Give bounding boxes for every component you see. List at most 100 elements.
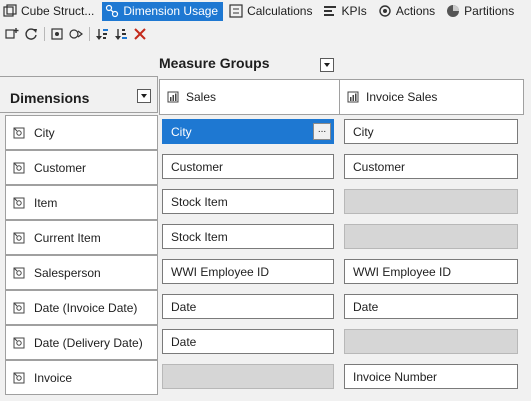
dimension-icon	[13, 127, 25, 139]
tab-label: Calculations	[247, 4, 313, 18]
dimension-row-header[interactable]: Item	[5, 185, 158, 220]
actions-icon	[378, 4, 392, 18]
define-relationship-button[interactable]: ...	[313, 123, 331, 140]
dimension-icon	[13, 162, 25, 174]
tab-calculations[interactable]: Calculations	[226, 2, 317, 21]
dimension-icon	[13, 337, 25, 349]
dimension-row-header[interactable]: Customer	[5, 150, 158, 185]
tab-dimension-usage[interactable]: Dimension Usage	[102, 1, 224, 21]
tab-cube-structure[interactable]: Cube Struct...	[0, 2, 99, 21]
relationship-cell[interactable]	[162, 364, 334, 389]
relationship-cell-text: City	[171, 124, 192, 139]
sort-descending-icon	[115, 29, 127, 40]
relationship-cell-text: Customer	[353, 159, 406, 174]
sort-descending-button[interactable]	[112, 25, 130, 43]
measure-group-icon	[347, 91, 359, 103]
dimension-icon	[13, 197, 25, 209]
relationship-cell[interactable]: City...	[162, 119, 334, 144]
dimension-usage-grid: Measure Groups Dimensions Sales Invoice …	[0, 46, 531, 401]
relationship-cell[interactable]: WWI Employee ID	[344, 259, 518, 284]
relationships-icon	[69, 29, 83, 39]
dimensions-dropdown[interactable]	[137, 89, 151, 103]
toolbar	[0, 24, 531, 44]
relationship-cell-text: Date	[171, 334, 197, 349]
relationship-cell[interactable]: Stock Item	[162, 224, 334, 249]
refresh-icon	[25, 28, 37, 40]
relationship-cell-text: Date	[353, 299, 379, 314]
measure-group-name: Invoice Sales	[366, 90, 438, 104]
tab-actions[interactable]: Actions	[375, 2, 440, 21]
relationship-cell[interactable]	[344, 329, 518, 354]
dimension-name: Current Item	[34, 230, 101, 245]
measure-groups-header: Measure Groups	[159, 55, 270, 71]
relationship-cell-text: Date	[171, 299, 197, 314]
dimension-row-header[interactable]: City	[5, 115, 158, 150]
relationship-cell-text: Customer	[171, 159, 224, 174]
add-cube-dimension-icon	[5, 28, 19, 39]
relationship-cell[interactable]: City	[344, 119, 518, 144]
show-all-dimensions-button[interactable]	[48, 25, 66, 43]
dimension-row-header[interactable]: Current Item	[5, 220, 158, 255]
tab-label: Actions	[395, 4, 436, 18]
partitions-icon	[446, 4, 460, 18]
add-cube-dimension-button[interactable]	[3, 25, 21, 43]
relationship-cell[interactable]: Customer	[162, 154, 334, 179]
show-all-dimensions-icon	[51, 28, 63, 40]
cube-structure-icon	[3, 4, 17, 18]
tab-label: Cube Struct...	[21, 4, 95, 18]
measure-group-name: Sales	[186, 90, 217, 104]
tab-label: Partitions	[464, 4, 515, 18]
relationship-cell[interactable]	[344, 224, 518, 249]
dimension-row-header[interactable]: Date (Invoice Date)	[5, 290, 158, 325]
dimension-row-header[interactable]: Salesperson	[5, 255, 158, 290]
sort-ascending-icon	[96, 29, 108, 40]
relationship-cell-text: WWI Employee ID	[353, 264, 452, 279]
relationship-cell-text: WWI Employee ID	[171, 264, 270, 279]
relationship-cell[interactable]: Customer	[344, 154, 518, 179]
delete-button[interactable]	[131, 25, 149, 43]
calculations-icon	[229, 4, 243, 18]
relationship-cell[interactable]: Invoice Number	[344, 364, 518, 389]
dimension-name: Invoice	[34, 370, 73, 385]
tab-label: KPIs	[341, 4, 367, 18]
tab-label: Dimension Usage	[123, 4, 219, 18]
measure-groups-dropdown[interactable]	[320, 58, 334, 72]
dimension-row-header[interactable]: Date (Delivery Date)	[5, 325, 158, 360]
delete-icon	[134, 28, 146, 40]
relationship-cell[interactable]: Date	[344, 294, 518, 319]
dimension-row-header[interactable]: Invoice	[5, 360, 158, 395]
tab-partitions[interactable]: Partitions	[443, 2, 519, 21]
relationship-cell-text: City	[353, 124, 374, 139]
dimension-icon	[13, 302, 25, 314]
dimension-name: Date (Delivery Date)	[34, 335, 143, 350]
measure-group-header-invoice-sales[interactable]: Invoice Sales	[339, 79, 524, 115]
dimension-name: Customer	[34, 160, 87, 175]
relationship-cell[interactable]	[344, 189, 518, 214]
relationship-cell-text: Stock Item	[171, 229, 228, 244]
dimensions-header: Dimensions	[10, 90, 90, 106]
dimension-icon	[13, 372, 25, 384]
measure-group-icon	[167, 91, 179, 103]
toolbar-separator	[89, 27, 90, 41]
dimension-name: Item	[34, 195, 58, 210]
sort-ascending-button[interactable]	[93, 25, 111, 43]
chevron-down-icon	[324, 63, 330, 67]
refresh-button[interactable]	[22, 25, 40, 43]
dimension-name: City	[34, 125, 55, 140]
designer-tab-strip: Cube Struct... Dimension Usage Calculati…	[0, 0, 531, 22]
relationship-cell-text: Invoice Number	[353, 369, 438, 384]
dimension-icon	[13, 232, 25, 244]
tab-kpis[interactable]: KPIs	[320, 2, 371, 21]
dimension-usage-icon	[105, 4, 119, 18]
relationship-cell[interactable]: WWI Employee ID	[162, 259, 334, 284]
kpis-icon	[323, 4, 337, 18]
relationship-cell[interactable]: Stock Item	[162, 189, 334, 214]
show-relationships-button[interactable]	[67, 25, 85, 43]
relationship-cell[interactable]: Date	[162, 294, 334, 319]
chevron-down-icon	[141, 94, 147, 98]
relationship-cell-text: Stock Item	[171, 194, 228, 209]
toolbar-separator	[44, 27, 45, 41]
relationship-cell[interactable]: Date	[162, 329, 334, 354]
dimension-name: Salesperson	[34, 265, 101, 280]
measure-group-header-sales[interactable]: Sales	[159, 79, 340, 115]
